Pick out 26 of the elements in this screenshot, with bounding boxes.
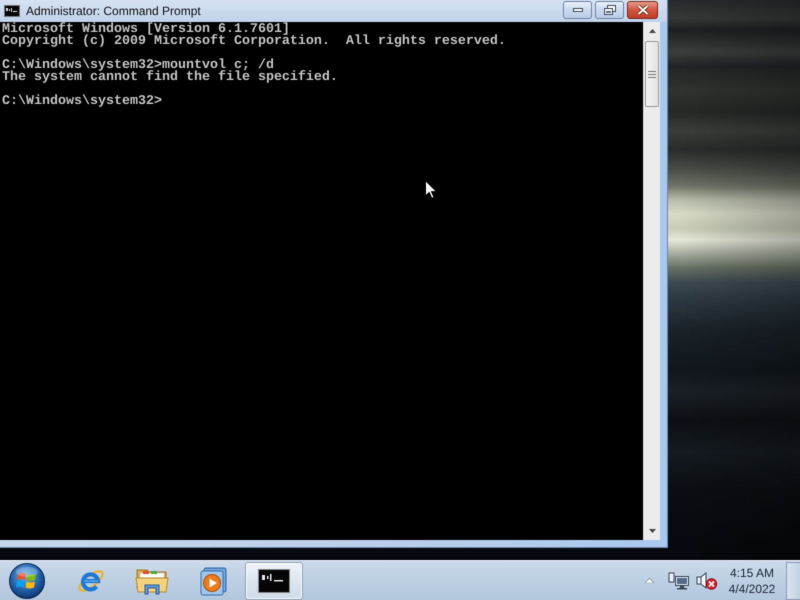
clock-time[interactable]: 4:15 AM [730,566,774,580]
mouse-pointer-icon [425,180,437,199]
grip-icon [648,70,656,78]
window-title: Administrator: Command Prompt [26,4,201,18]
minimize-button[interactable] [563,1,592,19]
taskbar-button[interactable] [245,562,303,600]
terminal-icon [4,5,20,17]
console-line: Copyright (c) 2009 Microsoft Corporation. All rights reserved. [2,36,507,48]
show-hidden-icons-caret-icon[interactable] [645,578,654,583]
console-line: The system cannot find the file specified. [2,72,339,84]
speaker-icon[interactable] [696,572,718,590]
clock-date[interactable]: 4/4/2022 [728,582,776,596]
close-icon [636,5,648,15]
minimize-icon [572,8,582,12]
network-monitor-icon[interactable] [668,572,690,590]
restore-button[interactable] [595,1,624,19]
orb-icon [9,562,45,598]
scrollbar-thumb[interactable] [645,41,659,107]
play-icon [198,566,228,596]
console-line: C:\Windows\system32> [2,96,163,108]
up-arrow-icon[interactable] [648,29,656,33]
down-arrow-icon[interactable] [648,529,656,533]
close-button[interactable] [627,1,658,19]
start-button[interactable] [8,562,46,600]
terminal-icon [258,568,290,592]
restore-icon [604,5,616,15]
